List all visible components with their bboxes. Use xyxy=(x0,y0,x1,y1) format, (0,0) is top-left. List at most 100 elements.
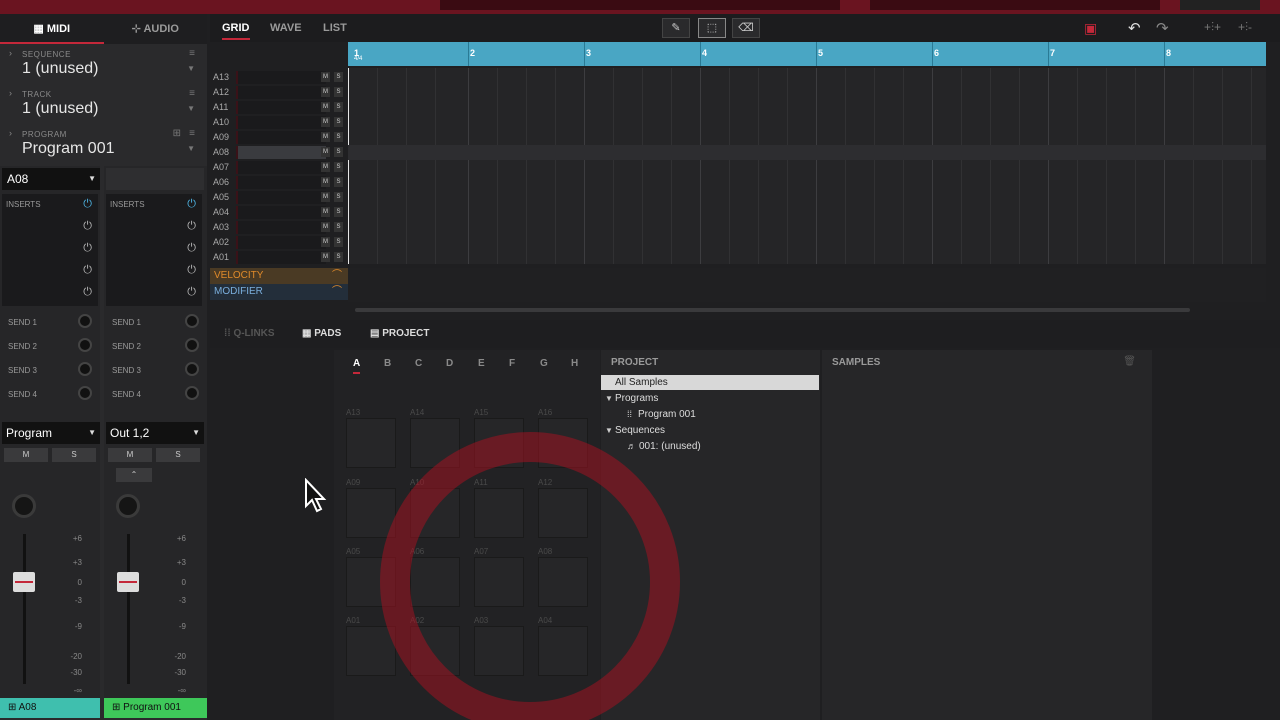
power-icon[interactable]: ⏻ xyxy=(187,198,196,211)
track-solo-button[interactable]: S xyxy=(334,207,343,217)
power-icon[interactable]: ⏻ xyxy=(187,264,196,277)
track-row[interactable]: A09 M S xyxy=(210,130,348,145)
output-select[interactable]: Program ▼ xyxy=(2,422,100,444)
power-icon[interactable]: ⏻ xyxy=(83,220,92,233)
automation-button[interactable]: ⌃ xyxy=(116,468,152,482)
tab-midi[interactable]: ▦ MIDI xyxy=(0,14,104,44)
tab-list[interactable]: LIST xyxy=(323,22,347,34)
bank-h[interactable]: H xyxy=(571,358,578,369)
mute-button[interactable]: M xyxy=(108,448,152,462)
track-solo-button[interactable]: S xyxy=(334,177,343,187)
track-solo-button[interactable]: S xyxy=(334,222,343,232)
track-mute-button[interactable]: M xyxy=(321,132,330,142)
track-field[interactable] xyxy=(236,116,326,129)
track-mute-button[interactable]: M xyxy=(321,237,330,247)
track-selector[interactable]: › TRACK 1 (unused) ≡ ▼ xyxy=(0,84,207,124)
add-icon[interactable]: ⊞ xyxy=(173,128,181,139)
program-selector[interactable]: › PROGRAM Program 001 ⊞ ≡ ▼ xyxy=(0,124,207,164)
bank-f[interactable]: F xyxy=(509,358,515,369)
track-mute-button[interactable]: M xyxy=(321,207,330,217)
curve-icon[interactable]: ⌒ xyxy=(332,268,342,284)
track-solo-button[interactable]: S xyxy=(334,87,343,97)
track-field[interactable] xyxy=(236,176,326,189)
track-field[interactable] xyxy=(236,101,326,114)
triangle-down-icon[interactable]: ▼ xyxy=(605,426,613,435)
track-mute-button[interactable]: M xyxy=(321,72,330,82)
track-solo-button[interactable]: S xyxy=(334,72,343,82)
track-field[interactable] xyxy=(236,251,326,264)
track-field[interactable] xyxy=(236,221,326,234)
programs-folder[interactable]: Programs xyxy=(615,393,658,404)
volume-fader[interactable] xyxy=(117,572,139,592)
power-icon[interactable]: ⏻ xyxy=(83,264,92,277)
bank-a[interactable]: A xyxy=(353,358,361,374)
program-value[interactable]: Program 001 xyxy=(22,140,115,158)
track-solo-button[interactable]: S xyxy=(334,102,343,112)
track-mute-button[interactable]: M xyxy=(321,102,330,112)
track-row[interactable]: A03 M S xyxy=(210,220,348,235)
send-4-knob[interactable] xyxy=(185,386,199,400)
channel-footer[interactable]: ⊞ A08 xyxy=(0,698,100,718)
power-icon[interactable]: ⏻ xyxy=(83,198,92,211)
track-mute-button[interactable]: M xyxy=(321,117,330,127)
tab-qlinks[interactable]: ⁞⁞ Q-LINKS xyxy=(224,328,275,339)
track-field[interactable] xyxy=(236,86,326,99)
velocity-lane[interactable]: VELOCITY ⌒ xyxy=(210,268,348,284)
track-row[interactable]: A07 M S xyxy=(210,160,348,175)
track-row[interactable]: A04 M S xyxy=(210,205,348,220)
track-solo-button[interactable]: S xyxy=(334,252,343,262)
bank-e[interactable]: E xyxy=(478,358,485,369)
track-mute-button[interactable]: M xyxy=(321,162,330,172)
list-icon[interactable]: ≡ xyxy=(189,48,195,59)
mute-button[interactable]: M xyxy=(4,448,48,462)
select-icon[interactable]: ⬚ xyxy=(698,18,726,38)
tab-pads[interactable]: ▦ PADS xyxy=(302,328,341,339)
track-field[interactable] xyxy=(236,161,326,174)
chevron-right-icon[interactable]: › xyxy=(9,128,12,138)
chevron-down-icon[interactable]: ▼ xyxy=(187,144,195,153)
track-mute-button[interactable]: M xyxy=(321,147,330,157)
track-mute-button[interactable]: M xyxy=(321,177,330,187)
list-icon[interactable]: ≡ xyxy=(189,88,195,99)
lane-graph[interactable] xyxy=(348,268,1266,302)
power-icon[interactable]: ⏻ xyxy=(187,242,196,255)
track-field[interactable] xyxy=(236,146,326,159)
output-select[interactable]: Out 1,2 ▼ xyxy=(106,422,204,444)
power-icon[interactable]: ⏻ xyxy=(187,220,196,233)
track-solo-button[interactable]: S xyxy=(334,132,343,142)
send-3-knob[interactable] xyxy=(78,362,92,376)
sequences-folder[interactable]: Sequences xyxy=(615,425,665,436)
power-icon[interactable]: ⏻ xyxy=(187,286,196,299)
track-mute-button[interactable]: M xyxy=(321,87,330,97)
track-row[interactable]: A12 M S xyxy=(210,85,348,100)
record-icon[interactable]: ▣ xyxy=(1084,20,1097,37)
pencil-icon[interactable]: ✎ xyxy=(662,18,690,38)
fader-track[interactable] xyxy=(23,534,26,684)
track-row[interactable]: A11 M S xyxy=(210,100,348,115)
fader-track[interactable] xyxy=(127,534,130,684)
send-2-knob[interactable] xyxy=(78,338,92,352)
track-field[interactable] xyxy=(236,71,326,84)
track-row-selected[interactable]: A08 M S xyxy=(210,145,348,160)
modifier-lane[interactable]: MODIFIER ⌒ xyxy=(210,284,348,300)
track-value[interactable]: 1 (unused) xyxy=(22,100,99,118)
tab-audio[interactable]: ⊹ AUDIO xyxy=(104,14,208,44)
power-icon[interactable]: ⏻ xyxy=(83,286,92,299)
track-solo-button[interactable]: S xyxy=(334,117,343,127)
send-1-knob[interactable] xyxy=(185,314,199,328)
trash-icon[interactable]: 🗑 xyxy=(1123,356,1136,367)
chevron-down-icon[interactable]: ▼ xyxy=(187,104,195,113)
tab-project[interactable]: ▤ PROJECT xyxy=(370,328,429,339)
note-grid[interactable] xyxy=(348,68,1266,264)
track-field[interactable] xyxy=(236,236,326,249)
send-1-knob[interactable] xyxy=(78,314,92,328)
curve-icon[interactable]: ⌒ xyxy=(332,284,342,300)
pan-knob[interactable] xyxy=(12,494,36,518)
bank-g[interactable]: G xyxy=(540,358,548,369)
all-samples-item[interactable]: All Samples xyxy=(601,375,819,390)
sequence-selector[interactable]: › SEQUENCE 1 (unused) ≡ ▼ xyxy=(0,44,207,84)
track-field[interactable] xyxy=(236,206,326,219)
track-mute-button[interactable]: M xyxy=(321,222,330,232)
chevron-right-icon[interactable]: › xyxy=(9,88,12,98)
channel-footer[interactable]: ⊞ Program 001 xyxy=(104,698,207,718)
